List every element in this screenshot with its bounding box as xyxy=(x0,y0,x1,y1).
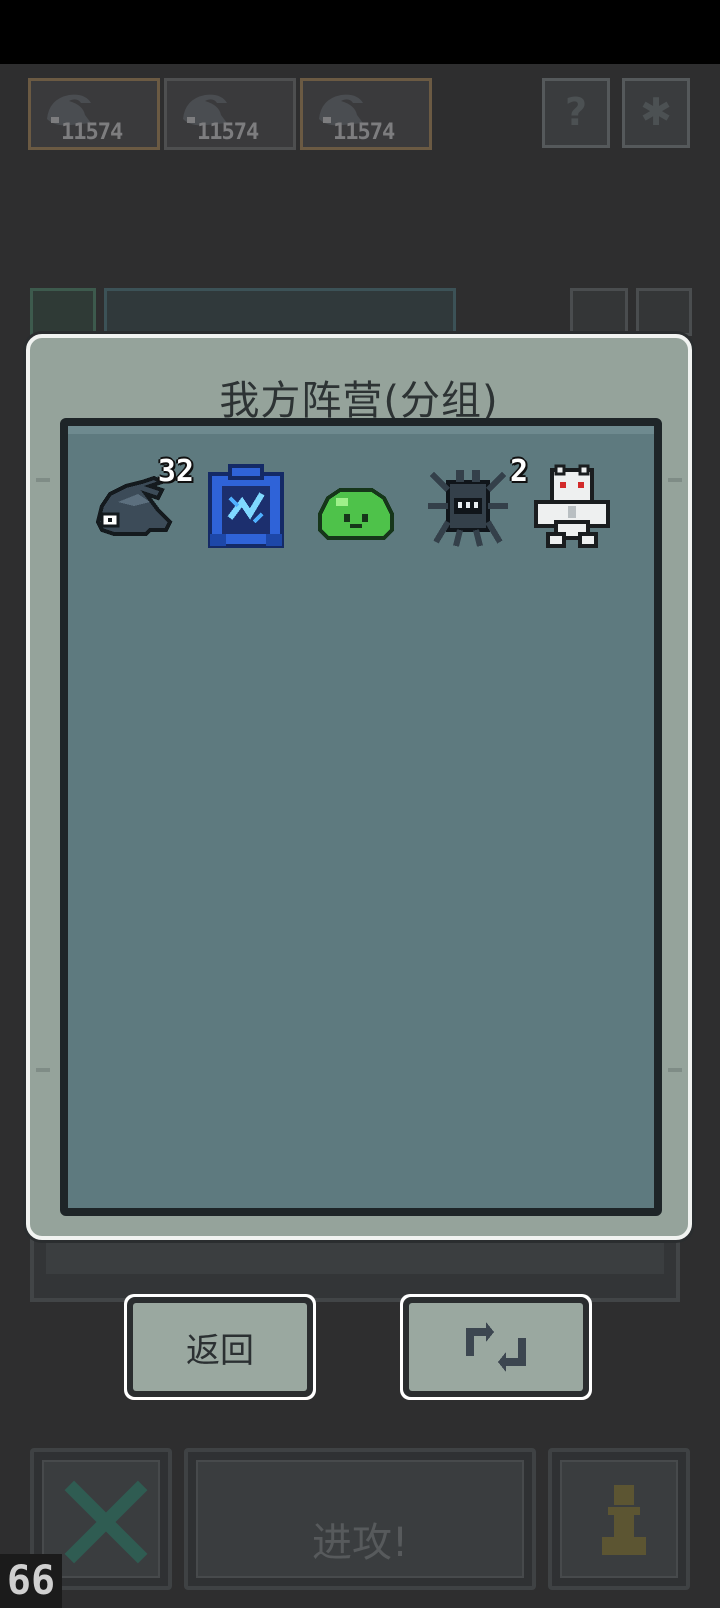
attack-button[interactable]: 进攻! xyxy=(184,1448,536,1590)
unit-panel: 32 2 xyxy=(60,418,662,1216)
rivet xyxy=(36,1068,50,1072)
unit-count: 32 xyxy=(157,454,194,489)
fps-counter: 66 xyxy=(0,1554,62,1608)
rivet xyxy=(668,478,682,482)
back-button[interactable]: 返回 xyxy=(124,1294,316,1400)
question-icon: ? xyxy=(564,90,588,134)
unit-slot[interactable] xyxy=(202,462,290,550)
unit-slot[interactable]: 2 xyxy=(424,454,528,550)
status-bar xyxy=(0,0,720,64)
gear-icon: ✱ xyxy=(640,90,672,134)
blue-portal-icon xyxy=(208,464,284,548)
attack-label: 进攻! xyxy=(311,1520,409,1566)
resource-box: 11574 xyxy=(164,78,296,150)
help-button[interactable]: ? xyxy=(542,78,610,148)
resource-value: 11574 xyxy=(333,120,395,145)
settings-button[interactable]: ✱ xyxy=(622,78,690,148)
unit-count: 2 xyxy=(509,454,528,489)
resource-box: 11574 xyxy=(28,78,160,150)
rivet xyxy=(36,478,50,482)
pawn-button[interactable] xyxy=(548,1448,690,1590)
resource-value: 11574 xyxy=(61,120,123,145)
dark-bug-icon xyxy=(428,470,508,547)
swap-arrows-icon xyxy=(466,1322,526,1372)
unit-slot[interactable] xyxy=(312,462,400,550)
faction-dialog: 我方阵营(分组) 32 2 xyxy=(26,334,692,1240)
x-icon xyxy=(64,1480,148,1564)
resource-box: 11574 xyxy=(300,78,432,150)
pawn-icon xyxy=(602,1485,646,1555)
white-golem-icon xyxy=(534,464,610,548)
swap-button[interactable] xyxy=(400,1294,592,1400)
tab-dim xyxy=(570,288,628,336)
green-slime-icon xyxy=(318,488,394,540)
resource-value: 11574 xyxy=(197,120,259,145)
rivet xyxy=(668,1068,682,1072)
tab-dim xyxy=(104,288,456,336)
unit-slot[interactable] xyxy=(528,462,616,550)
back-label: 返回 xyxy=(186,1330,254,1371)
tab-dim xyxy=(30,288,96,336)
tab-dim xyxy=(636,288,692,336)
panel-highlight xyxy=(68,426,654,434)
unit-slot[interactable]: 32 xyxy=(90,454,194,550)
